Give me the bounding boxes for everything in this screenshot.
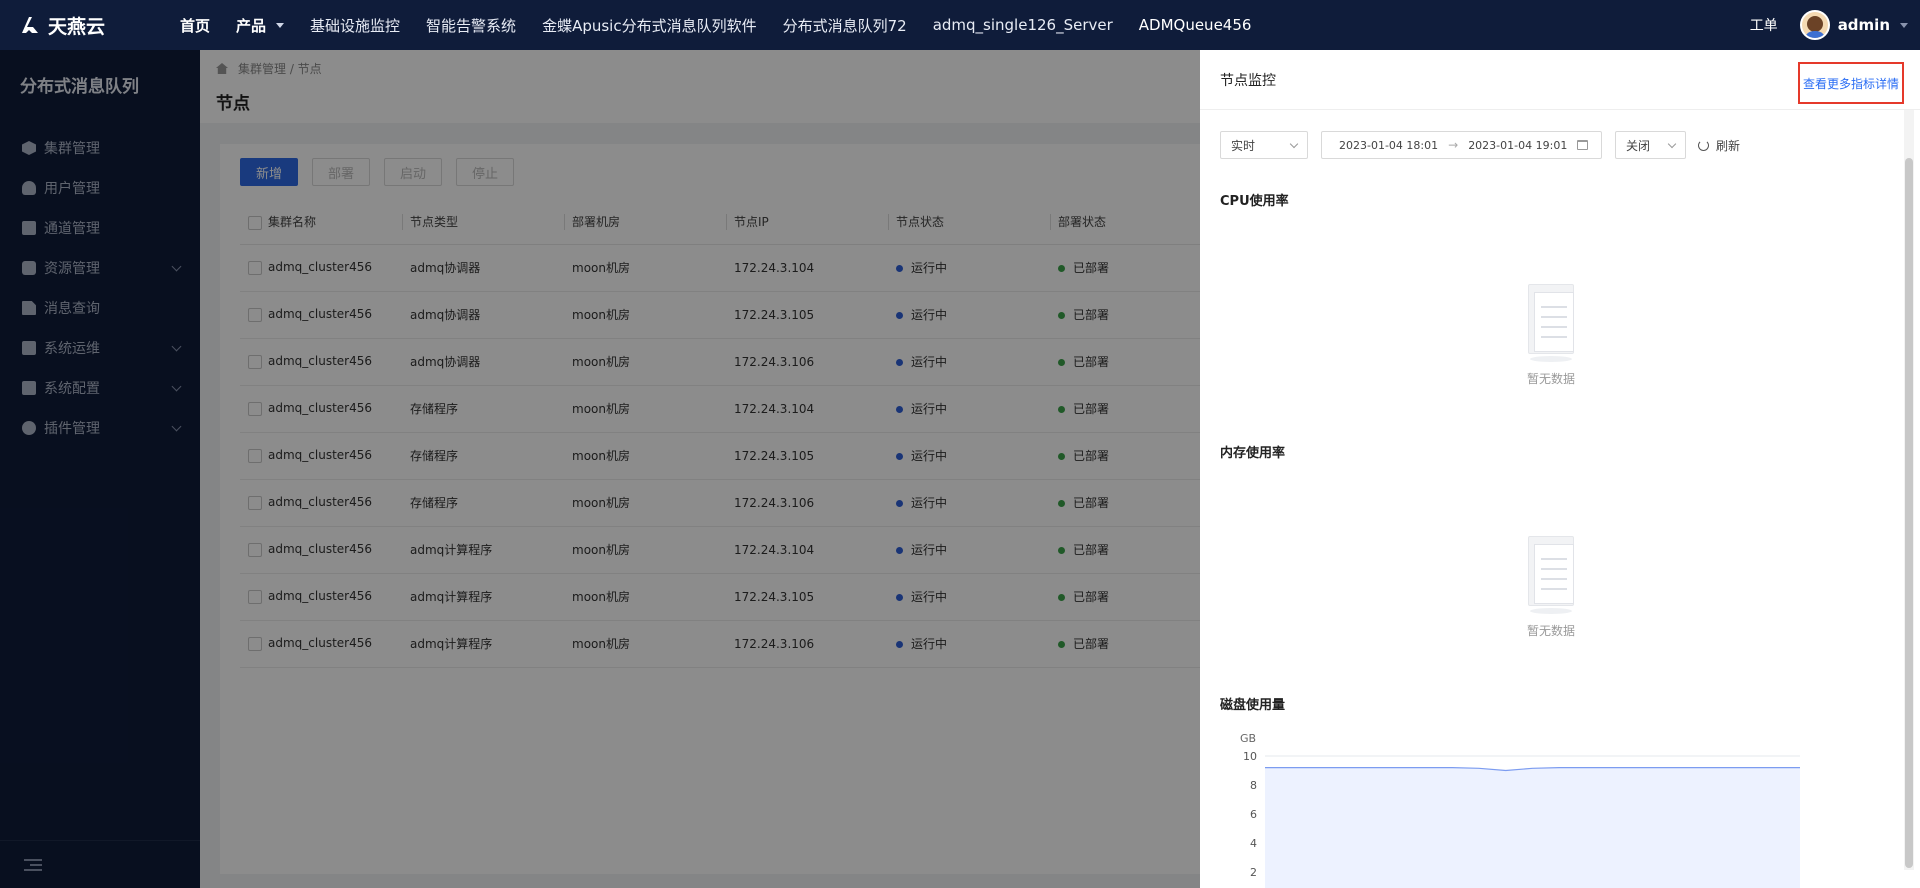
nav-item-2[interactable]: 基础设施监控 (310, 15, 400, 36)
node-monitor-drawer: 节点监控 查看更多指标详情 实时 2023-01-04 18:01 → 2023… (1200, 50, 1920, 888)
refresh-button[interactable]: 刷新 (1698, 137, 1740, 154)
nav-item-5[interactable]: 分布式消息队列72 (783, 15, 907, 36)
time-mode-value: 实时 (1231, 138, 1256, 153)
empty-data-icon (1516, 278, 1586, 364)
auto-refresh-select[interactable]: 关闭 (1615, 131, 1686, 159)
refresh-label: 刷新 (1716, 138, 1741, 153)
disk-usage-chart: GB 2 4 6 8 10 (1240, 732, 1800, 888)
chevron-down-icon (1289, 139, 1299, 149)
refresh-icon (1698, 139, 1709, 151)
chevron-down-icon (1667, 139, 1677, 149)
empty-text: 暂无数据 (1526, 372, 1575, 386)
avatar[interactable] (1799, 10, 1830, 40)
cpu-empty-state: 暂无数据 (1491, 278, 1611, 387)
disk-usage-area (1265, 767, 1800, 888)
calendar-icon (1577, 140, 1589, 150)
y-tick-label: 10 (1243, 750, 1257, 763)
scrollbar-thumb[interactable] (1905, 158, 1913, 868)
cpu-usage-title: CPU使用率 (1220, 194, 1289, 209)
nav-item-4[interactable]: 金蝶Apusic分布式消息队列软件 (542, 15, 757, 36)
nav-item-label: 分布式消息队列72 (782, 16, 907, 35)
disk-usage-title: 磁盘使用量 (1220, 698, 1286, 713)
nav-item-label: 基础设施监控 (310, 16, 401, 35)
nav-item-3[interactable]: 智能告警系统 (426, 15, 516, 36)
user-name[interactable]: admin (1838, 16, 1890, 34)
time-mode-select[interactable]: 实时 (1220, 131, 1308, 159)
y-tick-label: 2 (1250, 866, 1257, 879)
nav-item-1[interactable]: 产品 (236, 15, 285, 36)
chevron-down-icon (276, 22, 285, 28)
auto-refresh-value: 关闭 (1626, 138, 1651, 153)
nav-item-label: admq_single126_Server (932, 16, 1113, 34)
logo-text: 天燕云 (48, 15, 106, 38)
range-start[interactable]: 2023-01-04 18:01 (1339, 139, 1438, 152)
nav-item-label: ADMQueue456 (1138, 16, 1252, 34)
empty-data-icon (1516, 530, 1586, 616)
chevron-down-icon[interactable] (1900, 22, 1908, 28)
top-navbar: 天燕云 首页 产品 基础设施监控 智能告警系统 金蝶Apusic分布式消息队列软件 分布式… (0, 0, 1920, 50)
nav-item-label: 产品 (236, 16, 267, 35)
empty-text: 暂无数据 (1526, 624, 1575, 638)
monitor-filters: 实时 2023-01-04 18:01 → 2023-01-04 19:01 关… (1220, 131, 1740, 159)
top-nav: 首页 产品 基础设施监控 智能告警系统 金蝶Apusic分布式消息队列软件 分布式消息队列… (180, 0, 1277, 50)
brand-logo[interactable]: 天燕云 (0, 12, 168, 39)
nav-item-label: 智能告警系统 (426, 16, 517, 35)
memory-empty-state: 暂无数据 (1491, 530, 1611, 639)
nav-item-label: 首页 (180, 16, 211, 35)
y-tick-label: 8 (1250, 779, 1257, 792)
arrow-right-icon: → (1448, 138, 1459, 152)
date-range-picker[interactable]: 2023-01-04 18:01 → 2023-01-04 19:01 (1321, 131, 1602, 159)
range-end[interactable]: 2023-01-04 19:01 (1468, 139, 1567, 152)
y-tick-label: 6 (1250, 808, 1257, 821)
more-metrics-link[interactable]: 查看更多指标详情 (1798, 62, 1904, 104)
drawer-scrollbar[interactable] (1904, 110, 1914, 870)
y-tick-label: 4 (1250, 837, 1257, 850)
memory-usage-title: 内存使用率 (1220, 446, 1286, 461)
ticket-link[interactable]: 工单 (1750, 15, 1778, 35)
drawer-header: 节点监控 查看更多指标详情 (1200, 50, 1920, 110)
nav-item-6[interactable]: admq_single126_Server (933, 16, 1113, 34)
y-axis-unit: GB (1240, 732, 1256, 745)
drawer-title: 节点监控 (1220, 72, 1276, 89)
nav-item-0[interactable]: 首页 (180, 15, 210, 36)
nav-item-label: 金蝶Apusic分布式消息队列软件 (542, 16, 757, 35)
modal-mask[interactable] (0, 50, 1200, 888)
logo-icon (22, 17, 38, 33)
nav-item-7[interactable]: ADMQueue456 (1139, 16, 1252, 34)
